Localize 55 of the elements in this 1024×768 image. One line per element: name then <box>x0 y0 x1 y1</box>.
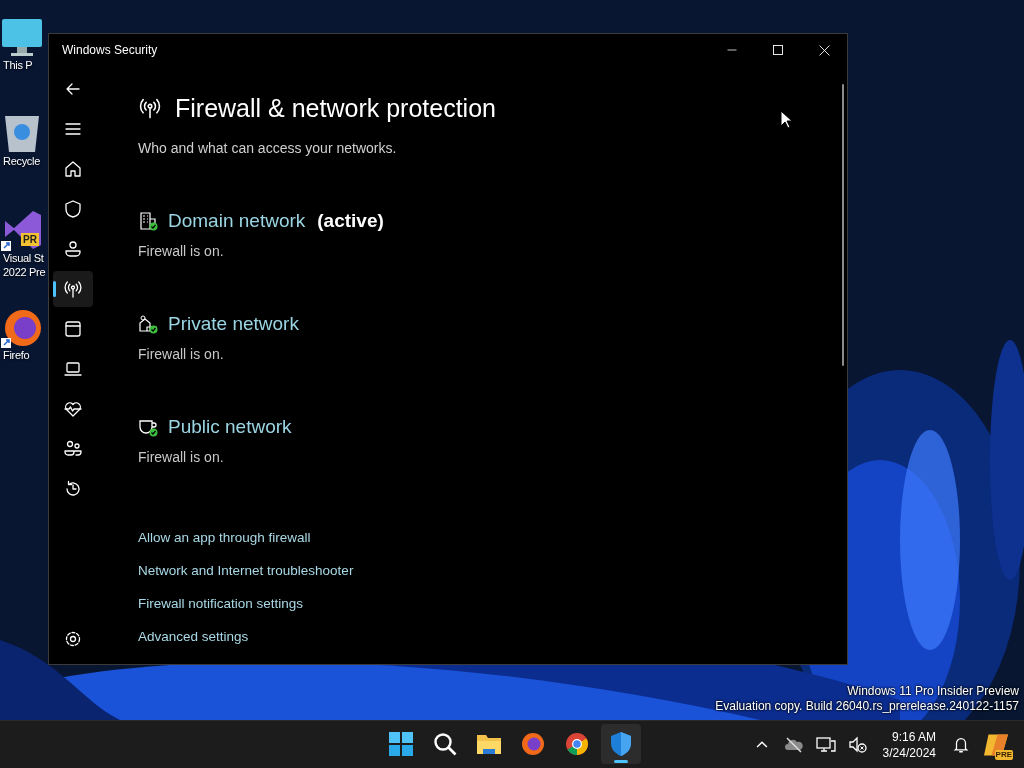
muted-speaker-icon <box>847 734 868 755</box>
windows-logo-icon <box>389 732 413 756</box>
cloud-icon <box>783 734 804 755</box>
home-icon <box>63 159 83 179</box>
firewall-status: Firewall is on. <box>138 448 225 467</box>
firewall-status: Firewall is on. <box>138 345 225 364</box>
monitor-icon <box>815 734 836 755</box>
window-icon <box>63 319 83 339</box>
build-info-text: Windows 11 Pro Insider Preview <box>847 684 1019 699</box>
search-icon <box>433 732 457 756</box>
laptop-icon <box>63 359 83 379</box>
folder-icon <box>476 732 502 756</box>
settings-link[interactable]: Advanced settings <box>138 627 249 647</box>
desktop-icon-label[interactable]: Visual St 2022 Pre <box>3 251 46 279</box>
active-label: (active) <box>317 210 384 232</box>
desktop-icon-label[interactable]: Firefo <box>3 348 30 362</box>
network-link[interactable]: Private network <box>168 313 299 335</box>
settings-link[interactable]: Allow an app through firewall <box>138 528 311 548</box>
person-icon <box>63 239 83 259</box>
chrome-icon <box>565 732 589 756</box>
house-icon <box>138 314 158 334</box>
heart-pulse-icon <box>63 399 83 419</box>
page-title: Firewall & network protection <box>175 93 496 123</box>
scrollbar[interactable] <box>842 84 844 366</box>
monitor-icon <box>1 18 43 58</box>
page-subtitle: Who and what can access your networks. <box>138 139 398 158</box>
taskbar-app[interactable] <box>601 724 641 764</box>
window-title: Windows Security <box>62 43 159 57</box>
sidebar-item[interactable] <box>53 271 93 307</box>
cursor-icon <box>780 110 792 129</box>
close-icon <box>818 44 830 56</box>
clock[interactable]: 9:16 AM 3/24/2024 <box>876 728 942 761</box>
desktop-icon-label[interactable]: This P <box>3 58 33 72</box>
shield-icon <box>609 731 633 757</box>
history-icon <box>63 479 83 499</box>
family-icon <box>63 439 83 459</box>
settings-link[interactable]: Firewall notification settings <box>138 594 304 614</box>
antenna-icon <box>138 96 162 120</box>
pre-badge: PRE <box>994 749 1013 760</box>
building-icon <box>138 211 158 231</box>
desktop-icon-label[interactable]: Recycle <box>3 154 41 168</box>
preview-badge: PR <box>21 233 39 246</box>
settings-icon <box>63 629 83 649</box>
firewall-status: Firewall is on. <box>138 242 225 261</box>
build-info-text: Evaluation copy. Build 26040.rs_prerelease.240122-1157 <box>715 699 1019 714</box>
settings-link[interactable]: Network and Internet troubleshooter <box>138 561 354 581</box>
firefox-icon <box>521 732 545 756</box>
shield-icon <box>63 199 83 219</box>
antenna-icon <box>63 279 83 299</box>
bell-icon <box>952 735 970 754</box>
cup-icon <box>138 417 158 437</box>
copilot-button[interactable]: PRE <box>980 724 1012 765</box>
network-link[interactable]: Public network <box>168 416 292 438</box>
network-link[interactable]: Domain network <box>168 210 306 232</box>
maximize-icon <box>773 45 783 55</box>
